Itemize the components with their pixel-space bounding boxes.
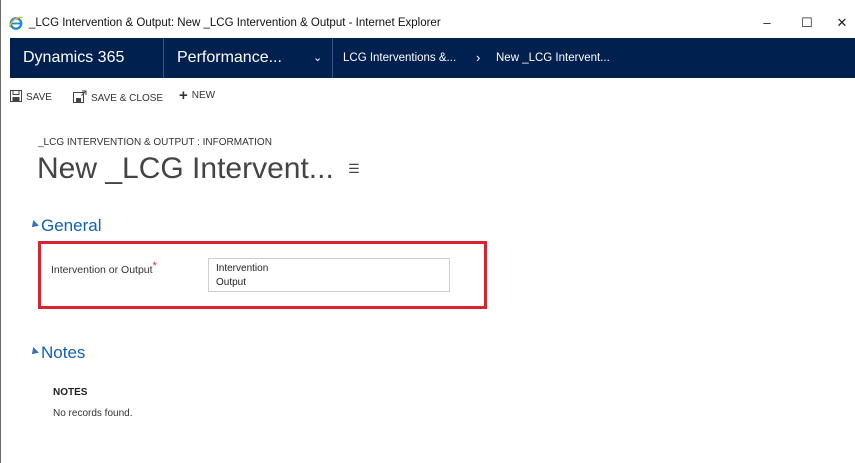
save-button[interactable]: SAVE <box>10 90 52 105</box>
app-name-link[interactable]: Dynamics 365 <box>23 38 124 78</box>
entity-breadcrumb[interactable]: LCG Interventions &... <box>343 38 456 78</box>
chevron-down-icon[interactable]: ⌄ <box>313 38 322 78</box>
record-breadcrumb[interactable]: New _LCG Intervent... <box>496 38 610 78</box>
nav-divider <box>163 38 164 78</box>
form-entity-label: _LCG INTERVENTION & OUTPUT : INFORMATION <box>38 137 272 148</box>
form-menu-icon[interactable]: ☰ <box>348 161 360 176</box>
save-close-label: SAVE & CLOSE <box>91 92 164 104</box>
option-output[interactable]: Output <box>216 277 246 288</box>
breadcrumb-separator-icon: › <box>476 50 481 65</box>
window-title: _LCG Intervention & Output: New _LCG Int… <box>29 17 441 29</box>
minimize-button[interactable]: – <box>755 11 779 35</box>
record-title: New _LCG Intervent... <box>37 152 334 185</box>
section-general-title: General <box>41 216 102 235</box>
save-close-icon <box>73 90 87 106</box>
maximize-button[interactable]: ☐ <box>795 11 819 35</box>
section-general[interactable]: General <box>29 216 102 236</box>
browser-window: _LCG Intervention & Output: New _LCG Int… <box>0 0 855 463</box>
intervention-output-label: Intervention or Output* <box>51 260 157 276</box>
plus-icon: + <box>179 86 188 104</box>
field-label-text: Intervention or Output <box>51 264 153 276</box>
save-icon <box>10 90 22 105</box>
window-titlebar: _LCG Intervention & Output: New _LCG Int… <box>2 8 855 38</box>
required-marker: * <box>152 260 157 272</box>
section-notes[interactable]: Notes <box>29 343 86 363</box>
section-notes-title: Notes <box>41 343 86 362</box>
intervention-output-select[interactable]: Intervention Output <box>208 258 450 292</box>
notes-subheading: NOTES <box>53 387 88 398</box>
new-label: NEW <box>191 90 216 101</box>
nav-divider <box>332 38 333 78</box>
close-button[interactable]: ✕ <box>830 11 854 35</box>
save-close-button[interactable]: SAVE & CLOSE <box>73 90 163 106</box>
option-intervention[interactable]: Intervention <box>216 263 268 274</box>
collapse-triangle-icon <box>29 219 39 230</box>
top-nav-bar: Dynamics 365 Performance... ⌄ LCG Interv… <box>10 38 855 78</box>
save-label: SAVE <box>26 92 52 103</box>
notes-empty-message: No records found. <box>53 408 133 419</box>
command-bar: SAVE SAVE & CLOSE + NEW <box>10 86 855 108</box>
page-title: New _LCG Intervent... ☰ <box>37 152 360 186</box>
collapse-triangle-icon <box>29 346 39 357</box>
area-menu[interactable]: Performance... <box>177 38 282 78</box>
new-button[interactable]: + NEW <box>179 86 216 104</box>
internet-explorer-icon <box>8 15 24 31</box>
